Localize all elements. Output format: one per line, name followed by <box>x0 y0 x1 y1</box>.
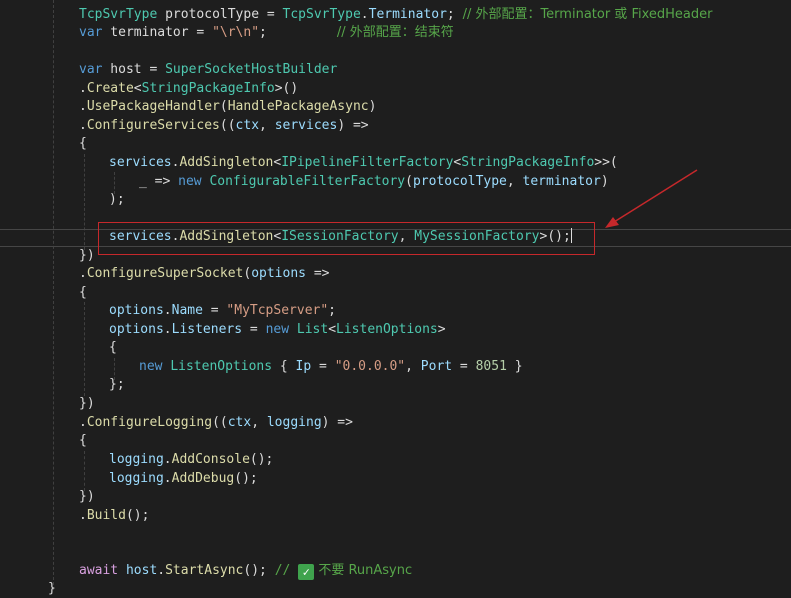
annotation-arrow-icon <box>605 169 698 228</box>
